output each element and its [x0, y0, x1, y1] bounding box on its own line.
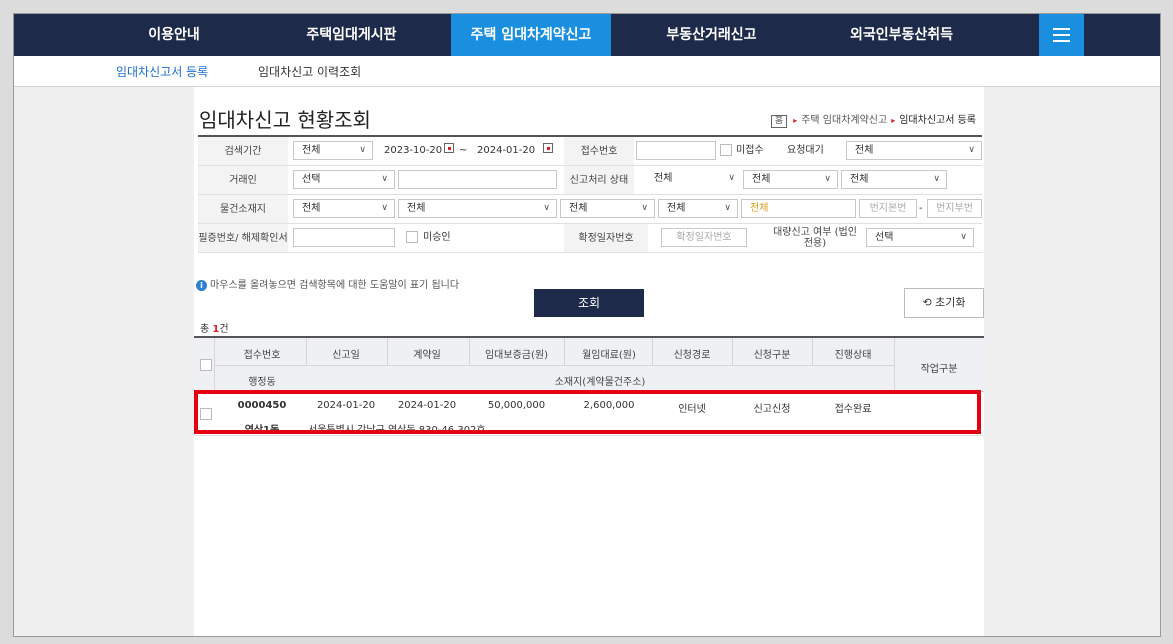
party-label: 거래인 — [198, 166, 288, 194]
nav-item-rental-report[interactable]: 주택 임대차계약신고 — [451, 14, 611, 56]
bulk-report-select[interactable]: 선택 ∨ — [866, 228, 974, 247]
main-content: 임대차신고 현황조회 홈 ▸ 주택 임대차계약신고 ▸ 임대차신고서 등록 검색기간 전… — [194, 87, 984, 636]
nav-item-realestate-report[interactable]: 부동산거래신고 — [639, 14, 784, 56]
subnav-item-register[interactable]: 임대차신고서 등록 — [116, 63, 208, 80]
select-all-checkbox[interactable] — [200, 359, 212, 371]
breadcrumb-level2: 임대차신고서 등록 — [899, 115, 976, 126]
cert-label: 필증번호/ 해제확인서 — [198, 224, 288, 252]
highlight-box — [194, 390, 981, 434]
table-header: 접수번호 신고일 계약일 임대보증금(원) 월임대료(원) 신청경로 신청구분 … — [194, 338, 984, 392]
period-type-select[interactable]: 전체 ∨ — [293, 141, 373, 160]
breadcrumb-level1[interactable]: 주택 임대차계약신고 — [801, 115, 887, 126]
search-row-certificate: 필증번호/ 해제확인서 미승인 확정일자번호 확정일자번호 대량신고 여부 (법… — [198, 224, 982, 253]
chevron-down-icon: ∨ — [381, 203, 388, 213]
unapproved-label: 미승인 — [423, 232, 451, 243]
date-separator: ~ — [459, 145, 468, 156]
search-form: 검색기간 전체 ∨ 2023-10-20 ~ 2024-01-20 접수번호 미접… — [198, 135, 982, 253]
process-status-label: 신고처리 상태 — [564, 166, 634, 194]
request-wait-label: 요청대기 — [787, 145, 824, 156]
bulk-report-label: 대량신고 여부 (법인전용) — [770, 224, 860, 252]
unreceived-checkbox[interactable] — [720, 144, 732, 156]
location-sigungu-select[interactable]: 전체 ∨ — [398, 199, 557, 218]
location-sido-select[interactable]: 전체 ∨ — [293, 199, 395, 218]
nav-item-rental-board[interactable]: 주택임대게시판 — [279, 14, 424, 56]
info-icon: i — [196, 280, 207, 291]
request-wait-select[interactable]: 전체 ∨ — [846, 141, 982, 160]
col-channel: 신청경로 — [673, 350, 711, 361]
bonbun-input[interactable]: 번지본번 — [859, 199, 917, 218]
help-hint: i 마우스를 올려놓으면 검색항목에 대한 도움말이 표기 됩니다 — [196, 276, 459, 291]
reset-label: 초기화 — [935, 296, 966, 309]
col-request-type: 신청구분 — [753, 350, 791, 361]
party-name-input[interactable] — [398, 170, 557, 189]
calendar-icon[interactable] — [543, 143, 553, 153]
breadcrumb: 홈 ▸ 주택 임대차계약신고 ▸ 임대차신고서 등록 — [770, 111, 976, 128]
bubun-input[interactable]: 번지부번 — [927, 199, 982, 218]
search-row-location: 물건소재지 전체 ∨ 전체 ∨ 전체 ∨ 전체 ∨ 전체 번지본번 - 번지부번 — [198, 195, 982, 224]
receipt-no-input[interactable] — [636, 141, 716, 160]
chevron-down-icon: ∨ — [824, 174, 831, 184]
chevron-down-icon: ∨ — [724, 203, 731, 213]
col-dong: 행정동 — [248, 377, 276, 388]
bunji-dash: - — [919, 203, 923, 214]
process-status-select-1[interactable]: 전체 ∨ — [646, 170, 741, 189]
hamburger-icon[interactable] — [1039, 14, 1084, 56]
chevron-down-icon: ∨ — [543, 203, 550, 213]
col-address: 소재지(계약물건주소) — [554, 377, 646, 388]
search-row-period: 검색기간 전체 ∨ 2023-10-20 ~ 2024-01-20 접수번호 미접… — [198, 137, 982, 166]
top-navigation: 이용안내 주택임대게시판 주택 임대차계약신고 부동산거래신고 외국인부동산취득 — [14, 14, 1160, 56]
help-text: 마우스를 올려놓으면 검색항목에 대한 도움말이 표기 됩니다 — [210, 280, 460, 291]
chevron-down-icon: ∨ — [728, 173, 735, 183]
calendar-icon[interactable] — [444, 143, 454, 153]
process-status-select-3[interactable]: 전체 ∨ — [841, 170, 947, 189]
refresh-icon: ⟲ — [922, 296, 932, 309]
location-type-select[interactable]: 전체 — [741, 199, 856, 218]
search-row-party: 거래인 선택 ∨ 신고처리 상태 전체 ∨ 전체 ∨ 전체 ∨ — [198, 166, 982, 195]
unapproved-checkbox[interactable] — [406, 231, 418, 243]
unreceived-label: 미접수 — [736, 145, 764, 156]
col-work-type: 작업구분 — [920, 364, 958, 375]
page-title: 임대차신고 현황조회 — [199, 108, 371, 132]
date-from[interactable]: 2023-10-20 — [384, 137, 442, 165]
breadcrumb-arrow-icon: ▸ — [793, 116, 798, 125]
col-contract-date: 계약일 — [413, 350, 441, 361]
col-deposit: 임대보증금(원) — [484, 350, 548, 361]
receipt-no-label: 접수번호 — [564, 137, 634, 165]
col-status: 진행상태 — [834, 350, 872, 361]
location-label: 물건소재지 — [198, 195, 288, 223]
period-label: 검색기간 — [198, 137, 288, 165]
chevron-down-icon: ∨ — [960, 232, 967, 242]
confirm-date-no-label: 확정일자번호 — [564, 224, 648, 252]
nav-item-foreigner-acquisition[interactable]: 외국인부동산취득 — [814, 14, 989, 56]
location-ri-select[interactable]: 전체 ∨ — [658, 199, 738, 218]
chevron-down-icon: ∨ — [933, 174, 940, 184]
col-report-date: 신고일 — [332, 350, 360, 361]
search-button[interactable]: 조회 — [534, 289, 644, 317]
col-receipt-no: 접수번호 — [243, 350, 281, 361]
left-gutter — [14, 87, 194, 636]
chevron-down-icon: ∨ — [359, 145, 366, 155]
date-to[interactable]: 2024-01-20 — [477, 137, 535, 165]
cert-no-input[interactable] — [293, 228, 395, 247]
subnav-item-history[interactable]: 임대차신고 이력조회 — [258, 63, 361, 80]
chevron-down-icon: ∨ — [381, 174, 388, 184]
sub-navigation: 임대차신고서 등록 임대차신고 이력조회 — [14, 56, 1160, 87]
breadcrumb-home[interactable]: 홈 — [770, 115, 788, 128]
right-gutter — [984, 87, 1160, 636]
reset-button[interactable]: ⟲ 초기화 — [904, 288, 984, 318]
chevron-down-icon: ∨ — [968, 145, 975, 155]
process-status-select-2[interactable]: 전체 ∨ — [743, 170, 838, 189]
browser-frame: 이용안내 주택임대게시판 주택 임대차계약신고 부동산거래신고 외국인부동산취득… — [13, 13, 1161, 637]
result-total: 총 1건 — [200, 324, 229, 335]
nav-item-guide[interactable]: 이용안내 — [109, 14, 239, 56]
party-select[interactable]: 선택 ∨ — [293, 170, 395, 189]
location-dong-select[interactable]: 전체 ∨ — [560, 199, 655, 218]
col-monthly-rent: 월임대료(원) — [582, 350, 636, 361]
breadcrumb-arrow-icon: ▸ — [891, 116, 896, 125]
confirm-date-no-input[interactable]: 확정일자번호 — [661, 228, 747, 247]
chevron-down-icon: ∨ — [641, 203, 648, 213]
